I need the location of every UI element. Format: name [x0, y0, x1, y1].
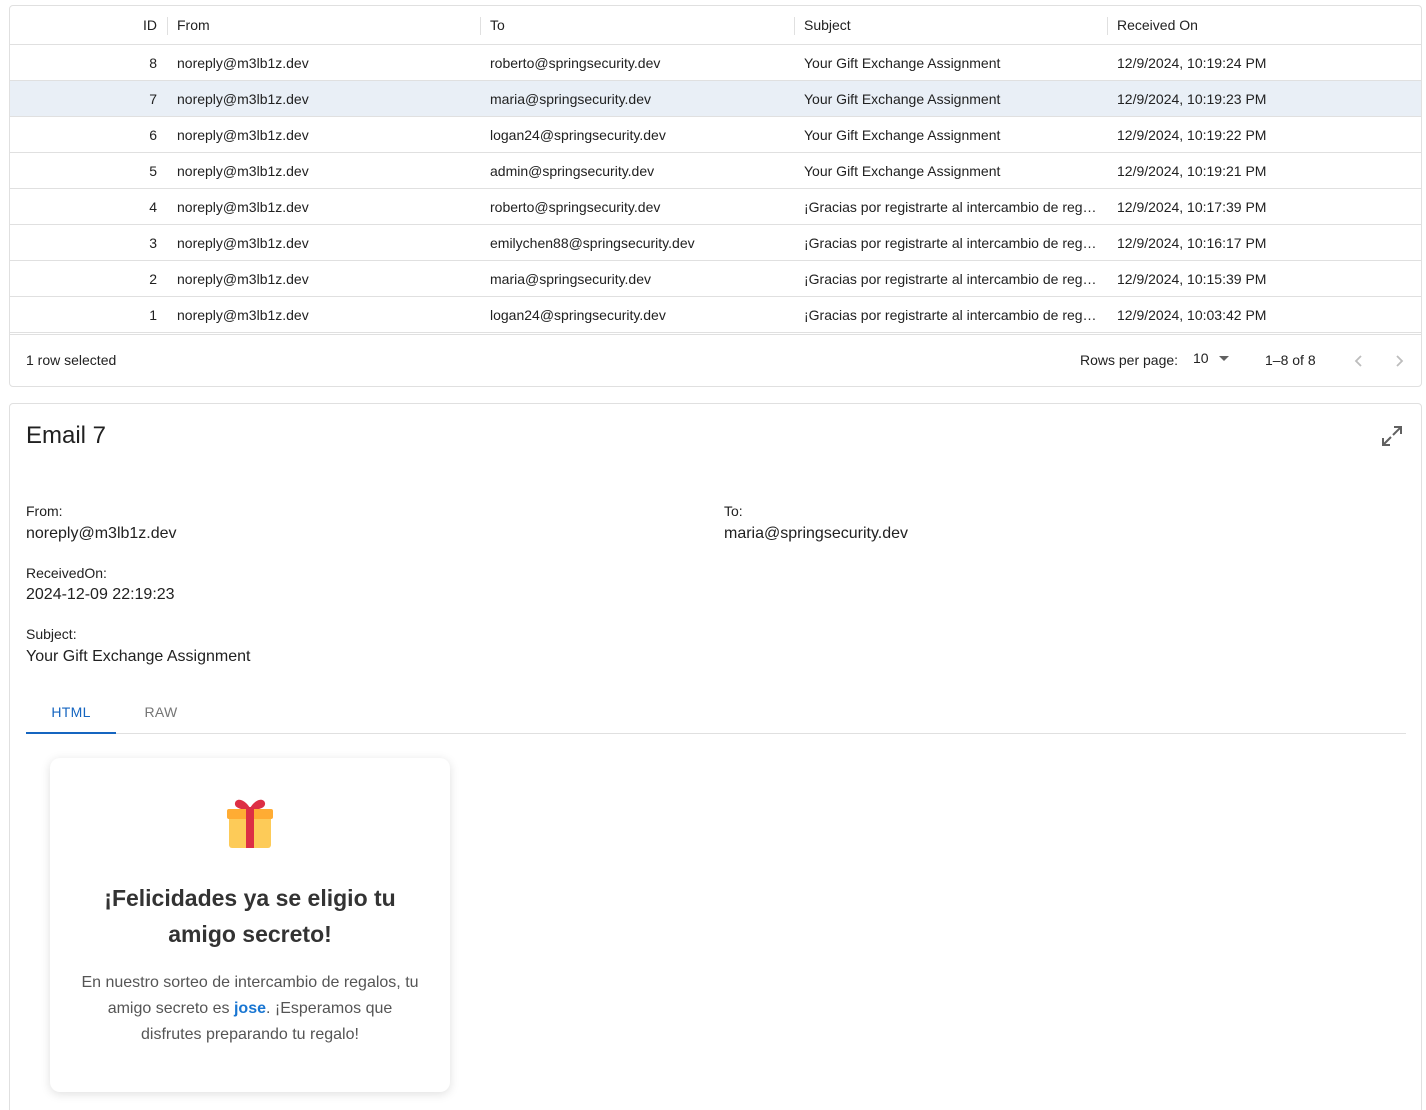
selected-row-count: 1 row selected — [26, 352, 117, 368]
cell-subject-text: ¡Gracias por registrarte al intercambio … — [804, 270, 1097, 287]
cell-id: 8 — [149, 54, 157, 71]
cell-subject-text: Your Gift Exchange Assignment — [804, 54, 1001, 71]
cell-subject: ¡Gracias por registrarte al intercambio … — [794, 297, 1107, 332]
cell-from: noreply@m3lb1z.dev — [177, 306, 309, 323]
rows-per-page-select[interactable]: 10 — [1193, 350, 1229, 366]
expand-button[interactable] — [1380, 424, 1404, 448]
previous-page-button[interactable] — [1345, 347, 1373, 375]
cell-from: noreply@m3lb1z.dev — [177, 54, 309, 71]
caret-down-icon — [1218, 355, 1229, 361]
gift-icon — [227, 799, 273, 848]
cell-id: 7 — [149, 90, 157, 107]
cell-received-on: 12/9/2024, 10:15:39 PM — [1117, 270, 1267, 287]
cell-to: logan24@springsecurity.dev — [490, 306, 666, 323]
column-header-id[interactable]: ID — [10, 6, 167, 44]
cell-id: 6 — [149, 126, 157, 143]
cell-to: admin@springsecurity.dev — [490, 162, 655, 179]
column-header-subject[interactable]: Subject — [794, 6, 1107, 44]
content-tabs: HTML RAW — [26, 690, 1406, 734]
cell-subject: Your Gift Exchange Assignment — [794, 45, 1107, 80]
cell-to: emilychen88@springsecurity.dev — [490, 234, 695, 251]
tab-raw[interactable]: RAW — [116, 690, 206, 734]
cell-id: 1 — [149, 306, 157, 323]
cell-subject-text: Your Gift Exchange Assignment — [804, 162, 1001, 179]
cell-received-on: 12/9/2024, 10:19:23 PM — [1117, 90, 1267, 107]
cell-id: 5 — [149, 162, 157, 179]
to-label: To: — [724, 503, 743, 519]
email-html-preview: ¡Felicidades ya se eligio tu amigo secre… — [50, 758, 450, 1092]
table-row[interactable]: 1 noreply@m3lb1z.dev logan24@springsecur… — [10, 297, 1421, 333]
to-value: maria@springsecurity.dev — [724, 525, 909, 542]
cell-received-on: 12/9/2024, 10:16:17 PM — [1117, 234, 1267, 251]
cell-subject: ¡Gracias por registrarte al intercambio … — [794, 189, 1107, 224]
secret-friend-name: jose — [233, 1000, 266, 1017]
cell-received-on: 12/9/2024, 10:03:42 PM — [1117, 306, 1267, 323]
column-header-from[interactable]: From — [167, 6, 480, 44]
cell-subject: Your Gift Exchange Assignment — [794, 117, 1107, 152]
cell-id: 2 — [149, 270, 157, 287]
table-row[interactable]: 6 noreply@m3lb1z.dev logan24@springsecur… — [10, 117, 1421, 153]
tab-html[interactable]: HTML — [26, 690, 116, 734]
pagination-range: 1–8 of 8 — [1265, 352, 1316, 368]
cell-id: 4 — [149, 198, 157, 215]
grid-body: 8 noreply@m3lb1z.dev roberto@springsecur… — [10, 45, 1421, 334]
cell-from: noreply@m3lb1z.dev — [177, 90, 309, 107]
rows-per-page-value: 10 — [1193, 350, 1209, 366]
cell-from: noreply@m3lb1z.dev — [177, 234, 309, 251]
cell-to: logan24@springsecurity.dev — [490, 126, 666, 143]
cell-to: roberto@springsecurity.dev — [490, 54, 661, 71]
table-row[interactable]: 4 noreply@m3lb1z.dev roberto@springsecur… — [10, 189, 1421, 225]
email-body-text: En nuestro sorteo de intercambio de rega… — [80, 970, 420, 1048]
cell-subject: Your Gift Exchange Assignment — [794, 81, 1107, 116]
table-row-selected[interactable]: 7 noreply@m3lb1z.dev maria@springsecurit… — [10, 81, 1421, 117]
column-header-to[interactable]: To — [480, 6, 794, 44]
cell-to: maria@springsecurity.dev — [490, 270, 652, 287]
email-heading: ¡Felicidades ya se eligio tu amigo secre… — [104, 885, 396, 947]
email-detail-panel: Email 7 From: noreply@m3lb1z.dev To: mar… — [9, 403, 1422, 1110]
cell-subject: Your Gift Exchange Assignment — [794, 153, 1107, 188]
cell-subject-text: ¡Gracias por registrarte al intercambio … — [804, 306, 1097, 323]
cell-subject-text: ¡Gracias por registrarte al intercambio … — [804, 198, 1097, 215]
table-row[interactable]: 2 noreply@m3lb1z.dev maria@springsecurit… — [10, 261, 1421, 297]
cell-received-on: 12/9/2024, 10:19:24 PM — [1117, 54, 1267, 71]
cell-received-on: 12/9/2024, 10:19:21 PM — [1117, 162, 1267, 179]
cell-from: noreply@m3lb1z.dev — [177, 162, 309, 179]
cell-id: 3 — [149, 234, 157, 251]
cell-subject-text: ¡Gracias por registrarte al intercambio … — [804, 234, 1097, 251]
cell-received-on: 12/9/2024, 10:19:22 PM — [1117, 126, 1267, 143]
cell-to: maria@springsecurity.dev — [490, 90, 652, 107]
email-data-grid: ID From To Subject Received On 8 noreply… — [9, 5, 1422, 387]
chevron-left-icon — [1354, 355, 1362, 367]
table-row[interactable]: 3 noreply@m3lb1z.dev emilychen88@springs… — [10, 225, 1421, 261]
expand-icon — [1382, 426, 1402, 446]
cell-to: roberto@springsecurity.dev — [490, 198, 661, 215]
subject-value: Your Gift Exchange Assignment — [26, 648, 251, 665]
cell-subject: ¡Gracias por registrarte al intercambio … — [794, 261, 1107, 296]
table-row[interactable]: 5 noreply@m3lb1z.dev admin@springsecurit… — [10, 153, 1421, 189]
cell-from: noreply@m3lb1z.dev — [177, 270, 309, 287]
cell-subject: ¡Gracias por registrarte al intercambio … — [794, 225, 1107, 260]
column-header-received-on[interactable]: Received On — [1107, 6, 1421, 44]
active-tab-indicator — [26, 732, 116, 734]
cell-subject-text: Your Gift Exchange Assignment — [804, 126, 1001, 143]
cell-subject-text: Your Gift Exchange Assignment — [804, 90, 1001, 107]
chevron-right-icon — [1396, 355, 1404, 367]
table-row[interactable]: 8 noreply@m3lb1z.dev roberto@springsecur… — [10, 45, 1421, 81]
subject-label: Subject: — [26, 626, 77, 642]
email-title: Email 7 — [26, 422, 107, 449]
next-page-button[interactable] — [1385, 347, 1413, 375]
rows-per-page-label: Rows per page: — [1080, 352, 1179, 368]
from-label: From: — [26, 503, 63, 519]
received-on-label: ReceivedOn: — [26, 565, 107, 581]
received-on-value: 2024-12-09 22:19:23 — [26, 586, 175, 603]
from-value: noreply@m3lb1z.dev — [26, 525, 177, 542]
cell-from: noreply@m3lb1z.dev — [177, 198, 309, 215]
grid-header: ID From To Subject Received On — [10, 6, 1421, 45]
cell-received-on: 12/9/2024, 10:17:39 PM — [1117, 198, 1267, 215]
cell-from: noreply@m3lb1z.dev — [177, 126, 309, 143]
grid-footer: 1 row selected Rows per page: 10 1–8 of … — [10, 334, 1421, 387]
